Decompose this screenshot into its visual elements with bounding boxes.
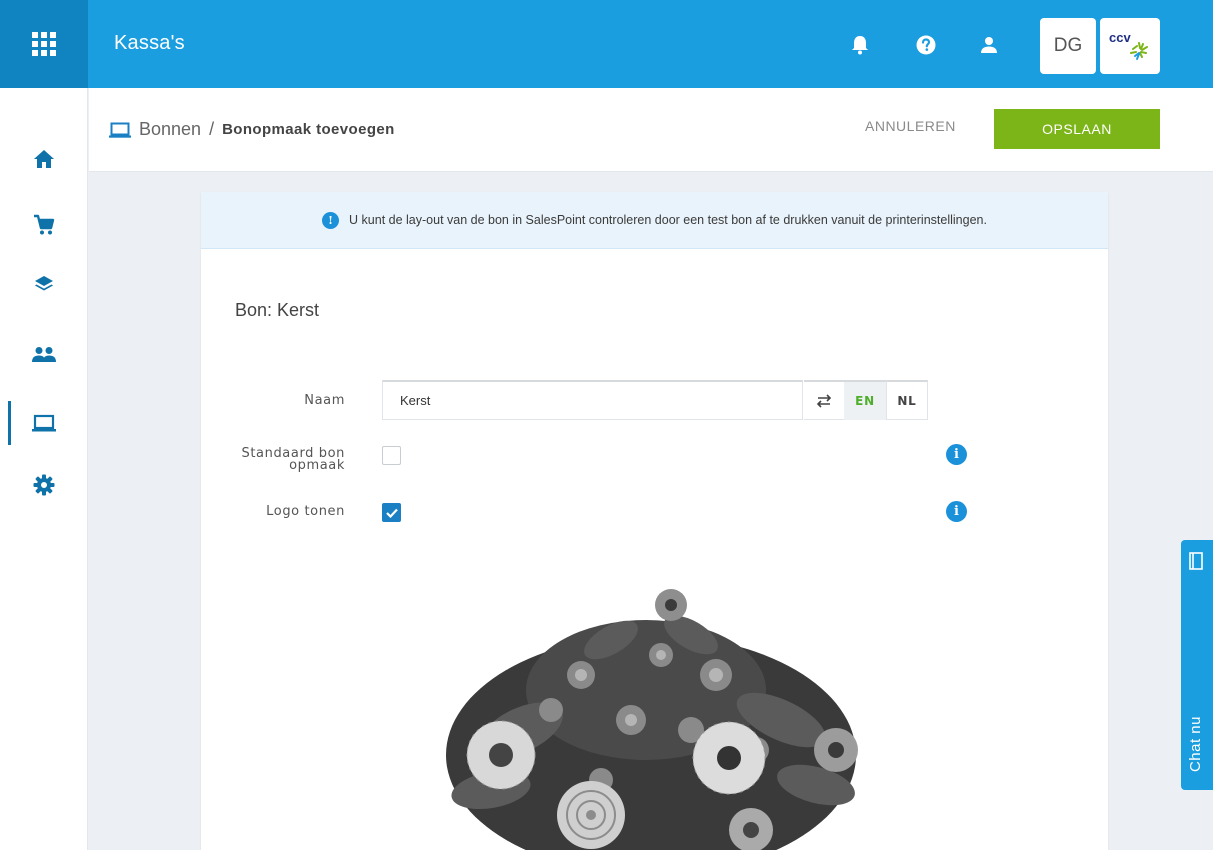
home-icon xyxy=(34,150,54,168)
info-banner-message: U kunt de lay-out van de bon in SalesPoi… xyxy=(349,213,987,227)
default-layout-checkbox[interactable] xyxy=(382,446,401,465)
user-icon xyxy=(981,37,997,53)
language-tab-en[interactable]: EN xyxy=(844,380,886,420)
book-icon xyxy=(1189,552,1203,570)
default-layout-label: Standaard bon opmaak xyxy=(231,447,345,473)
breadcrumb-parent-link[interactable]: Bonnen xyxy=(139,119,201,140)
info-icon: ! xyxy=(322,211,340,229)
apps-menu-button[interactable] xyxy=(0,0,88,88)
cancel-button[interactable]: ANNULEREN xyxy=(865,118,956,134)
checkmark-icon xyxy=(385,508,398,518)
help-button[interactable] xyxy=(914,33,938,57)
laptop-icon xyxy=(109,122,131,138)
logo-preview-image xyxy=(446,589,858,850)
users-icon xyxy=(32,347,56,362)
sidebar-item-home[interactable] xyxy=(0,134,88,184)
sidebar-item-users[interactable] xyxy=(0,330,88,380)
name-input[interactable] xyxy=(382,380,803,420)
default-layout-info-icon[interactable]: i xyxy=(946,444,967,465)
page-title: Bonopmaak toevoegen xyxy=(222,121,395,138)
show-logo-label: Logo tonen xyxy=(266,504,345,519)
app-title: Kassa's xyxy=(114,32,185,54)
swap-arrows-icon xyxy=(816,393,832,408)
sidebar-item-cart[interactable] xyxy=(0,200,88,250)
breadcrumb: Bonnen / Bonopmaak toevoegen xyxy=(109,119,395,140)
sidebar-item-layers[interactable] xyxy=(0,260,88,310)
chat-label: Chat nu xyxy=(1187,715,1204,772)
sidebar-item-laptop[interactable] xyxy=(0,398,88,448)
gear-icon xyxy=(33,474,55,496)
bell-icon xyxy=(852,36,868,55)
receipt-layout-card: ! U kunt de lay-out van de bon in SalesP… xyxy=(201,192,1108,850)
user-menu-button[interactable] xyxy=(977,33,1001,57)
top-bar: Kassa's DG ccv xyxy=(0,0,1213,88)
save-button[interactable]: OPSLAAN xyxy=(994,109,1160,149)
language-tab-nl[interactable]: NL xyxy=(886,380,928,420)
help-icon xyxy=(916,35,936,55)
apps-grid-icon xyxy=(32,32,56,56)
show-logo-info-icon[interactable]: i xyxy=(946,501,967,522)
sidebar xyxy=(0,88,88,850)
cart-icon xyxy=(34,214,55,235)
breadcrumb-separator: / xyxy=(209,119,215,139)
name-label: Naam xyxy=(304,393,345,408)
translate-toggle[interactable] xyxy=(804,380,844,420)
show-logo-checkbox[interactable] xyxy=(382,503,401,522)
brand-logo-text: ccv xyxy=(1109,30,1131,45)
form-title: Bon: Kerst xyxy=(235,300,320,320)
notifications-button[interactable] xyxy=(848,33,872,57)
app-root: Kassa's DG ccv Bonnen / Bonopmaak toevoe… xyxy=(0,0,1213,850)
user-initials: DG xyxy=(1053,35,1083,56)
default-layout-label-line2: opmaak xyxy=(289,458,345,473)
laptop-icon xyxy=(32,414,56,432)
sidebar-item-settings[interactable] xyxy=(0,460,88,510)
chat-tab[interactable]: Chat nu xyxy=(1181,540,1213,790)
brand-logo: ccv xyxy=(1100,18,1160,74)
info-banner: ! U kunt de lay-out van de bon in SalesP… xyxy=(201,192,1108,249)
user-avatar[interactable]: DG xyxy=(1040,18,1096,74)
ccv-logo-icon: ccv xyxy=(1109,30,1148,60)
page-header: Bonnen / Bonopmaak toevoegen ANNULEREN O… xyxy=(89,88,1213,172)
layers-icon xyxy=(35,276,53,291)
